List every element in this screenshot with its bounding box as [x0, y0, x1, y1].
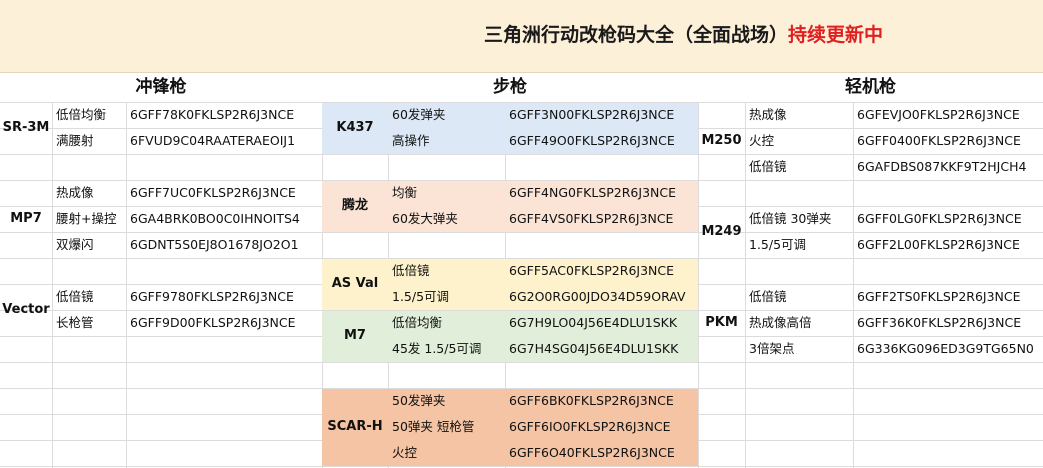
code-table: SR-3M 低倍均衡 6GFF78K0FKLSP2R6J3NCE 满腰射 6FVUD9C…	[0, 102, 1043, 468]
column-divider	[745, 102, 746, 468]
pkm-mod-code[interactable]: 6GFF2TS0FKLSP2R6J3NCE	[857, 284, 1041, 310]
pkm-mod-label: 3倍架点	[749, 341, 795, 356]
m250-mod-label: 热成像	[749, 107, 787, 122]
m7-mod-code[interactable]: 6G7H4SG04J56E4DLU1SKK	[509, 336, 696, 362]
vector-mod-label: 长枪管	[56, 315, 94, 330]
asval-mod-code[interactable]: 6G2O0RG00JDO34D59ORAV	[509, 284, 696, 310]
column-divider	[52, 102, 53, 468]
tenglong-mod-label: 60发大弹夹	[392, 211, 458, 226]
mp7-mod-code[interactable]: 6GA4BRK0BO0C0IHNOITS4	[130, 206, 320, 232]
tenglong-mod-code[interactable]: 6GFF4NG0FKLSP2R6J3NCE	[509, 180, 696, 206]
asval-mod-label: 低倍镜	[392, 263, 430, 278]
m250-mod-code[interactable]: 6GAFDBS087KKF9T2HJCH4	[857, 154, 1041, 180]
asval-mod-label: 1.5/5可调	[392, 289, 450, 304]
section-header-rifle: 步枪	[493, 77, 527, 97]
m7-gun-name: M7	[344, 328, 366, 343]
scarh-mod-code[interactable]: 6GFF6O40FKLSP2R6J3NCE	[509, 440, 696, 466]
m250-mod-code[interactable]: 6GFF0400FKLSP2R6J3NCE	[857, 128, 1041, 154]
sr3m-mod-label: 低倍均衡	[56, 107, 107, 122]
m249-mod-label: 低倍镜 30弹夹	[749, 211, 832, 226]
m249-mod-code[interactable]: 6GFF2L00FKLSP2R6J3NCE	[857, 232, 1041, 258]
pkm-mod-label: 热成像高倍	[749, 315, 812, 330]
scarh-mod-code[interactable]: 6GFF6IO0FKLSP2R6J3NCE	[509, 414, 696, 440]
column-divider	[853, 102, 854, 468]
pkm-mod-code[interactable]: 6GFF36K0FKLSP2R6J3NCE	[857, 310, 1041, 336]
scarh-mod-label: 50发弹夹	[392, 393, 446, 408]
sr3m-mod-code[interactable]: 6GFF78K0FKLSP2R6J3NCE	[130, 102, 320, 128]
pkm-mod-code[interactable]: 6G336KG096ED3G9TG65N0	[857, 336, 1041, 362]
sr3m-gun-name: SR-3M	[2, 120, 50, 135]
title-highlight: 持续更新中	[787, 24, 883, 46]
title-banner: 三角洲行动改枪码大全（全面战场）持续更新中	[0, 0, 1043, 73]
scarh-mod-label: 火控	[392, 445, 418, 460]
m250-gun-name: M250	[701, 133, 742, 148]
row-divider	[0, 362, 1043, 363]
m7-mod-label: 低倍均衡	[392, 315, 443, 330]
vector-mod-label: 低倍镜	[56, 289, 94, 304]
tenglong-mod-code[interactable]: 6GFF4VS0FKLSP2R6J3NCE	[509, 206, 696, 232]
mp7-mod-code[interactable]: 6GDNT5S0EJ8O1678JO2O1	[130, 232, 320, 258]
m250-mod-label: 火控	[749, 133, 775, 148]
tenglong-gun-name: 腾龙	[341, 198, 368, 213]
m250-mod-label: 低倍镜	[749, 159, 787, 174]
mp7-mod-code[interactable]: 6GFF7UC0FKLSP2R6J3NCE	[130, 180, 320, 206]
k437-mod-label: 高操作	[392, 133, 430, 148]
column-divider	[698, 102, 699, 468]
k437-mod-label: 60发弹夹	[392, 107, 446, 122]
page-title: 三角洲行动改枪码大全（全面战场）持续更新中	[484, 20, 883, 47]
scarh-mod-label: 50弹夹 短枪管	[392, 419, 475, 434]
sr3m-mod-label: 满腰射	[56, 133, 94, 148]
title-main: 三角洲行动改枪码大全（全面战场）	[483, 24, 788, 46]
pkm-mod-label: 低倍镜	[749, 289, 787, 304]
asval-mod-code[interactable]: 6GFF5AC0FKLSP2R6J3NCE	[509, 258, 696, 284]
k437-mod-code[interactable]: 6GFF3N00FKLSP2R6J3NCE	[509, 102, 696, 128]
vector-mod-code[interactable]: 6GFF9D00FKLSP2R6J3NCE	[130, 310, 320, 336]
mp7-mod-label: 双爆闪	[56, 237, 94, 252]
k437-mod-code[interactable]: 6GFF49O0FKLSP2R6J3NCE	[509, 128, 696, 154]
m249-gun-name: M249	[701, 224, 742, 239]
section-header-lmg: 轻机枪	[845, 77, 896, 97]
k437-gun-name: K437	[336, 120, 374, 135]
m249-mod-label: 1.5/5可调	[749, 237, 807, 252]
pkm-gun-name: PKM	[705, 315, 738, 330]
section-header-smg: 冲锋枪	[135, 77, 187, 97]
m7-mod-label: 45发 1.5/5可调	[392, 341, 482, 356]
m7-mod-code[interactable]: 6G7H9LO04J56E4DLU1SKK	[509, 310, 696, 336]
tenglong-mod-label: 均衡	[392, 185, 418, 200]
mp7-mod-label: 热成像	[56, 185, 94, 200]
scarh-gun-name: SCAR-H	[327, 419, 383, 434]
vector-mod-code[interactable]: 6GFF9780FKLSP2R6J3NCE	[130, 284, 320, 310]
scarh-mod-code[interactable]: 6GFF6BK0FKLSP2R6J3NCE	[509, 388, 696, 414]
page: 三角洲行动改枪码大全（全面战场）持续更新中 冲锋枪 步枪 轻机枪 SR-3M 低倍…	[0, 0, 1043, 468]
column-divider	[126, 102, 127, 468]
vector-gun-name: Vector	[2, 302, 50, 317]
sr3m-mod-code[interactable]: 6FVUD9C04RAATERAEOIJ1	[130, 128, 320, 154]
m249-mod-code[interactable]: 6GFF0LG0FKLSP2R6J3NCE	[857, 206, 1041, 232]
mp7-mod-label: 腰射+操控	[56, 211, 117, 226]
mp7-gun-name: MP7	[10, 211, 42, 226]
asval-gun-name: AS Val	[331, 276, 379, 291]
m250-mod-code[interactable]: 6GFEVJO0FKLSP2R6J3NCE	[857, 102, 1041, 128]
row-divider	[0, 466, 1043, 467]
